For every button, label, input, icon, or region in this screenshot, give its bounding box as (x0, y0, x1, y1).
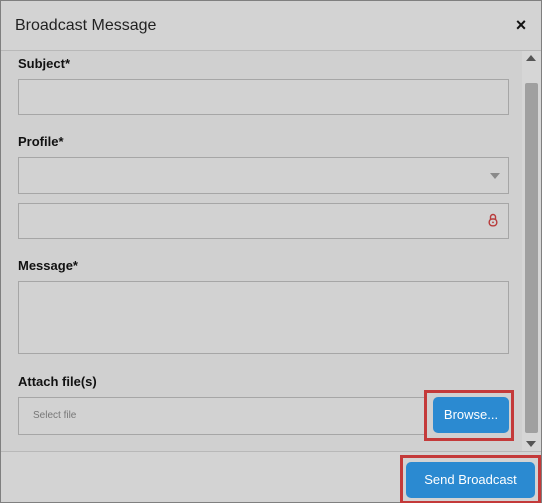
dialog-header: Broadcast Message × (1, 1, 541, 51)
scroll-down-icon[interactable] (526, 441, 536, 447)
profile-label: Profile* (18, 134, 64, 149)
send-broadcast-button[interactable]: Send Broadcast (406, 462, 535, 498)
scroll-up-icon[interactable] (526, 55, 536, 61)
scroll-thumb[interactable] (525, 83, 538, 433)
scrollbar[interactable] (522, 51, 541, 451)
file-placeholder: Select file (33, 410, 77, 421)
close-icon[interactable]: × (511, 15, 531, 35)
subject-input[interactable] (18, 79, 509, 115)
file-input[interactable]: Select file (18, 397, 427, 435)
subject-label: Subject* (18, 56, 71, 71)
profile-select[interactable] (18, 157, 509, 194)
chevron-down-icon (490, 173, 500, 179)
dialog-footer: Send Broadcast (1, 451, 541, 503)
message-textarea[interactable] (18, 281, 509, 354)
message-label: Message* (18, 258, 78, 273)
secure-input[interactable] (18, 203, 509, 239)
attach-files-label: Attach file(s) (18, 374, 97, 389)
dialog-body: Subject* Profile* Message* Attach file(s… (5, 51, 522, 451)
browse-button[interactable]: Browse... (433, 397, 509, 433)
broadcast-message-dialog: Broadcast Message × Subject* Profile* Me… (0, 0, 542, 503)
dialog-title: Broadcast Message (15, 17, 157, 34)
lock-icon (488, 213, 498, 227)
